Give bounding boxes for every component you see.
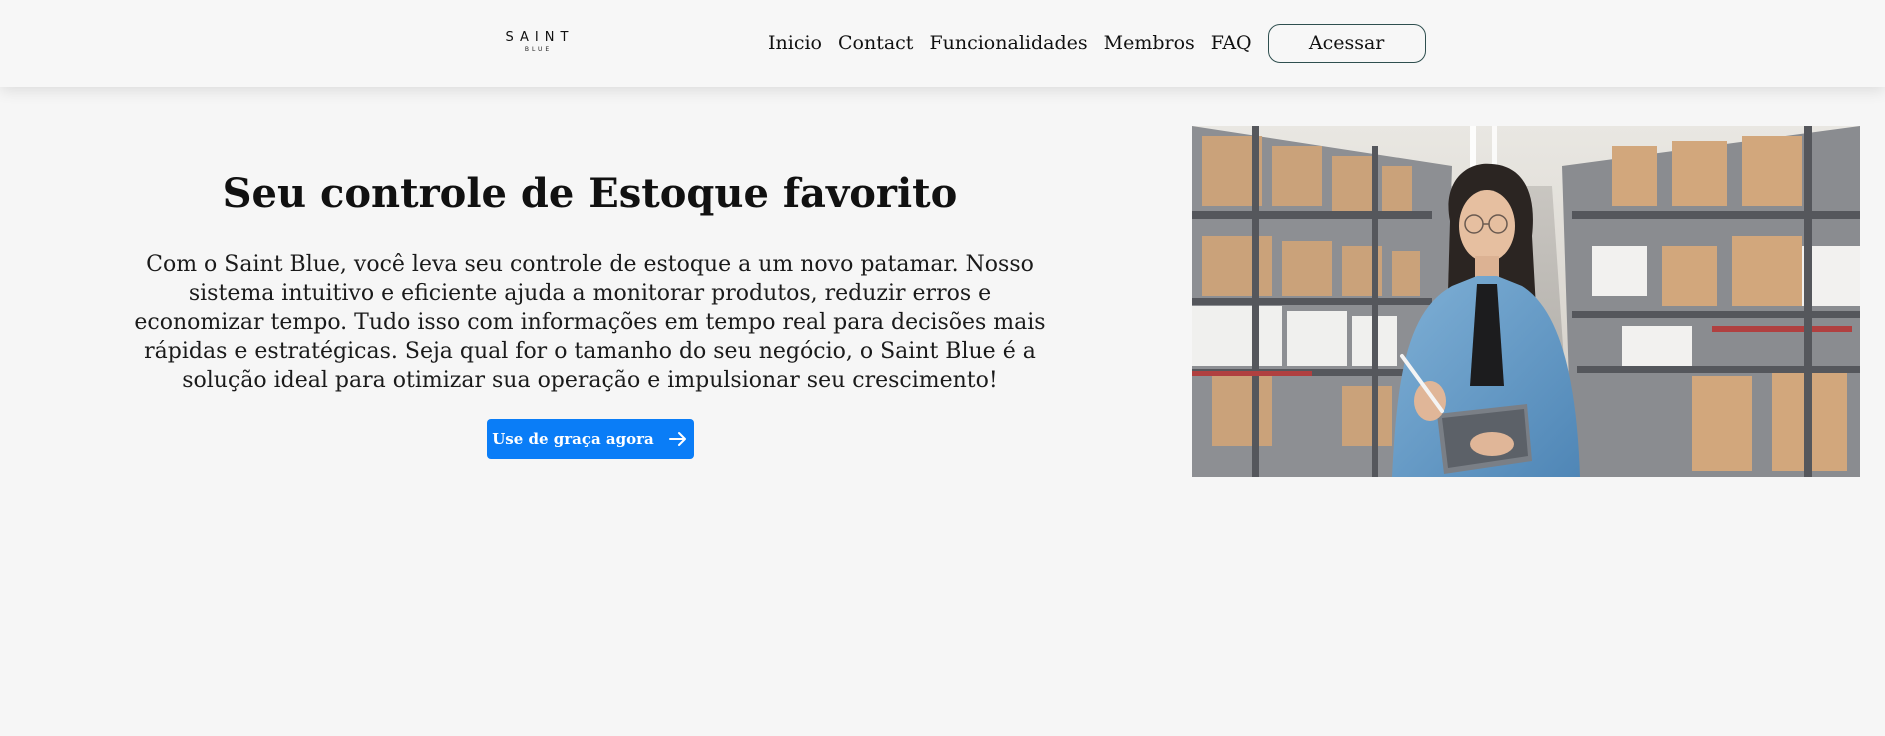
cta-label: Use de graça agora bbox=[492, 430, 654, 448]
logo-title: SAINT bbox=[505, 30, 575, 45]
login-button[interactable]: Acessar bbox=[1267, 23, 1426, 63]
hero-description: Com o Saint Blue, você leva seu controle… bbox=[134, 252, 1046, 393]
hero-title: Seu controle de Estoque favorito bbox=[222, 170, 958, 217]
hero-image bbox=[1192, 126, 1860, 477]
arrow-right-icon bbox=[668, 432, 686, 446]
navbar: SAINT BLUE Inicio Contact Funcionalidade… bbox=[0, 0, 1885, 87]
nav-link-faq[interactable]: FAQ bbox=[1211, 32, 1252, 54]
nav-link-contact[interactable]: Contact bbox=[838, 32, 913, 54]
logo[interactable]: SAINT BLUE bbox=[497, 31, 577, 53]
nav-menu: Inicio Contact Funcionalidades Membros F… bbox=[768, 22, 1426, 64]
warehouse-photo bbox=[1192, 126, 1860, 477]
hero-content: Seu controle de Estoque favorito Com o S… bbox=[120, 170, 1060, 459]
nav-link-membros[interactable]: Membros bbox=[1104, 32, 1195, 54]
nav-link-funcionalidades[interactable]: Funcionalidades bbox=[929, 32, 1087, 54]
cta-button[interactable]: Use de graça agora bbox=[486, 419, 694, 459]
logo-subtitle: BLUE bbox=[524, 46, 553, 53]
nav-link-inicio[interactable]: Inicio bbox=[768, 32, 822, 54]
